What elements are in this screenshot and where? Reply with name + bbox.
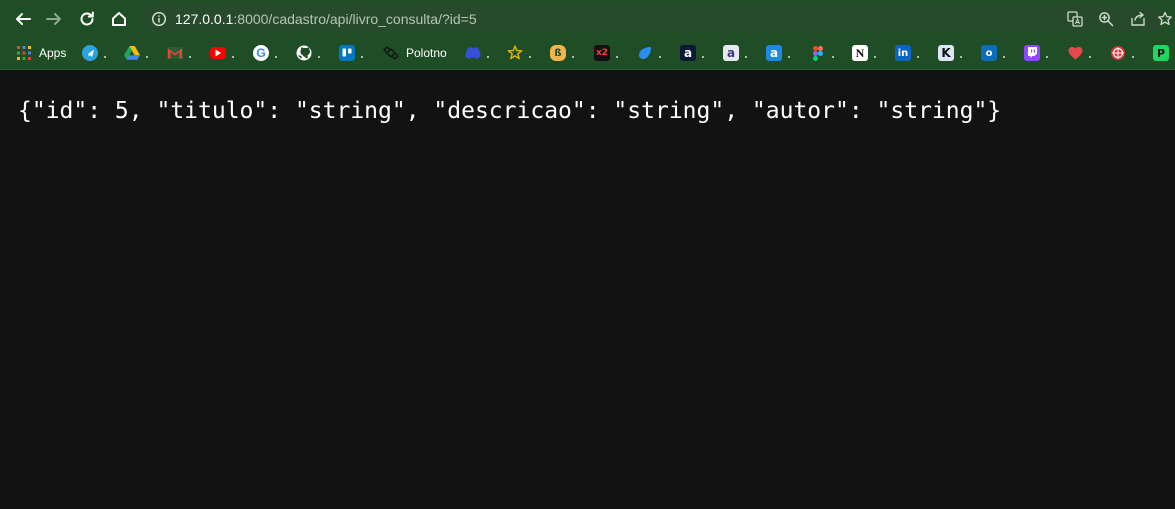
bookmark-letter-a-light[interactable]: a (723, 44, 747, 62)
trello-icon (339, 45, 355, 61)
target-icon (1110, 45, 1126, 61)
discord-icon (465, 45, 481, 61)
zoom-icon[interactable] (1098, 11, 1114, 27)
bookmark-linkedin[interactable]: in (895, 44, 919, 62)
browser-toolbar: 127.0.0.1:8000/cadastro/api/livro_consul… (0, 0, 1175, 38)
x2-icon: x2 (594, 45, 610, 61)
bookmark-label: Apps (39, 46, 67, 60)
drop-icon (637, 45, 653, 61)
bookmark-outlook[interactable]: o (981, 44, 1005, 62)
outlook-icon: o (981, 45, 997, 61)
bookmark-dot (104, 56, 106, 58)
bookmark-label: Polotno (406, 46, 447, 60)
bookmark-p[interactable]: P (1153, 44, 1169, 62)
bookmark-dot (361, 56, 363, 58)
page-content: {"id": 5, "titulo": "string", "descricao… (0, 70, 1175, 509)
github-icon (296, 45, 312, 61)
bookmark-target[interactable] (1110, 44, 1134, 62)
bookmark-b[interactable]: ß (550, 44, 574, 62)
letter-a-blue-icon: a (766, 45, 782, 61)
reload-icon[interactable] (76, 8, 98, 30)
telegram-icon (82, 45, 98, 61)
k-icon: K (938, 45, 954, 61)
share-icon[interactable] (1130, 11, 1146, 27)
linkedin-icon: in (895, 45, 911, 61)
apps-grid-icon (16, 45, 32, 61)
bookmark-dot (917, 56, 919, 58)
bookmark-figma[interactable] (810, 44, 834, 62)
polotno-icon (383, 45, 399, 61)
bookmark-dot (960, 56, 962, 58)
translate-icon[interactable] (1067, 11, 1083, 27)
bookmark-letter-a[interactable]: a (680, 44, 704, 62)
bookmarks-bar: Apps G Polotno ß x2 a a a N in K o P (0, 38, 1175, 69)
bookmark-google-drive[interactable] (124, 44, 148, 62)
home-icon[interactable] (108, 8, 130, 30)
bookmark-dot (232, 56, 234, 58)
bookmark-b-icon: ß (550, 45, 566, 61)
info-icon[interactable] (151, 11, 167, 27)
forward-icon[interactable] (43, 8, 65, 30)
bookmark-polotno[interactable]: Polotno (383, 44, 447, 62)
bookmark-drop[interactable] (637, 44, 661, 62)
bookmark-dot (572, 56, 574, 58)
letter-a-light-icon: a (723, 45, 739, 61)
heart-icon (1067, 45, 1083, 61)
address-bar[interactable]: 127.0.0.1:8000/cadastro/api/livro_consul… (141, 5, 1172, 33)
bookmark-twitch[interactable] (1024, 44, 1048, 62)
bookmark-dot (745, 56, 747, 58)
url-path: :8000/cadastro/api/livro_consulta/?id=5 (233, 11, 477, 27)
bookmark-dot (832, 56, 834, 58)
bookmark-trello[interactable] (339, 44, 363, 62)
bookmark-youtube[interactable] (210, 44, 234, 62)
back-icon[interactable] (12, 8, 34, 30)
browser-chrome: 127.0.0.1:8000/cadastro/api/livro_consul… (0, 0, 1175, 70)
bookmark-k[interactable]: K (938, 44, 962, 62)
google-drive-icon (124, 45, 140, 61)
bookmark-dot (616, 56, 618, 58)
gmail-icon (167, 45, 183, 61)
bookmark-telegram[interactable] (82, 44, 106, 62)
bookmark-google[interactable]: G (253, 44, 277, 62)
notion-icon: N (852, 45, 868, 61)
bookmark-dot (702, 56, 704, 58)
bookmark-github[interactable] (296, 44, 320, 62)
youtube-icon (210, 47, 226, 59)
url-text[interactable]: 127.0.0.1:8000/cadastro/api/livro_consul… (175, 10, 477, 28)
bookmark-dot (788, 56, 790, 58)
bookmark-dot (659, 56, 661, 58)
bookmark-dot (275, 56, 277, 58)
bookmark-dot (1089, 56, 1091, 58)
bookmark-dot (1132, 56, 1134, 58)
bookmark-dot (189, 56, 191, 58)
bookmark-dot (1046, 56, 1048, 58)
bookmark-dot (1003, 56, 1005, 58)
url-host: 127.0.0.1 (175, 11, 234, 27)
bookmark-notion[interactable]: N (852, 44, 876, 62)
letter-a-icon: a (680, 45, 696, 61)
bookmark-dot (318, 56, 320, 58)
bookmark-dot (487, 56, 489, 58)
p-icon: P (1153, 45, 1169, 61)
bookmark-star[interactable] (507, 44, 531, 62)
bookmark-dot (146, 56, 148, 58)
bookmark-star-icon[interactable] (1157, 11, 1173, 27)
bookmark-apps[interactable]: Apps (16, 44, 66, 62)
twitch-icon (1024, 45, 1040, 61)
bookmark-x2[interactable]: x2 (594, 44, 618, 62)
bookmark-letter-a-blue[interactable]: a (766, 44, 790, 62)
star-icon (507, 45, 523, 61)
json-response: {"id": 5, "titulo": "string", "descricao… (18, 98, 1002, 124)
figma-icon (810, 45, 826, 61)
bookmark-heart[interactable] (1067, 44, 1091, 62)
bookmark-dot (529, 56, 531, 58)
google-icon: G (253, 45, 269, 61)
bookmark-discord[interactable] (465, 44, 489, 62)
bookmark-dot (874, 56, 876, 58)
bookmark-gmail[interactable] (167, 44, 191, 62)
